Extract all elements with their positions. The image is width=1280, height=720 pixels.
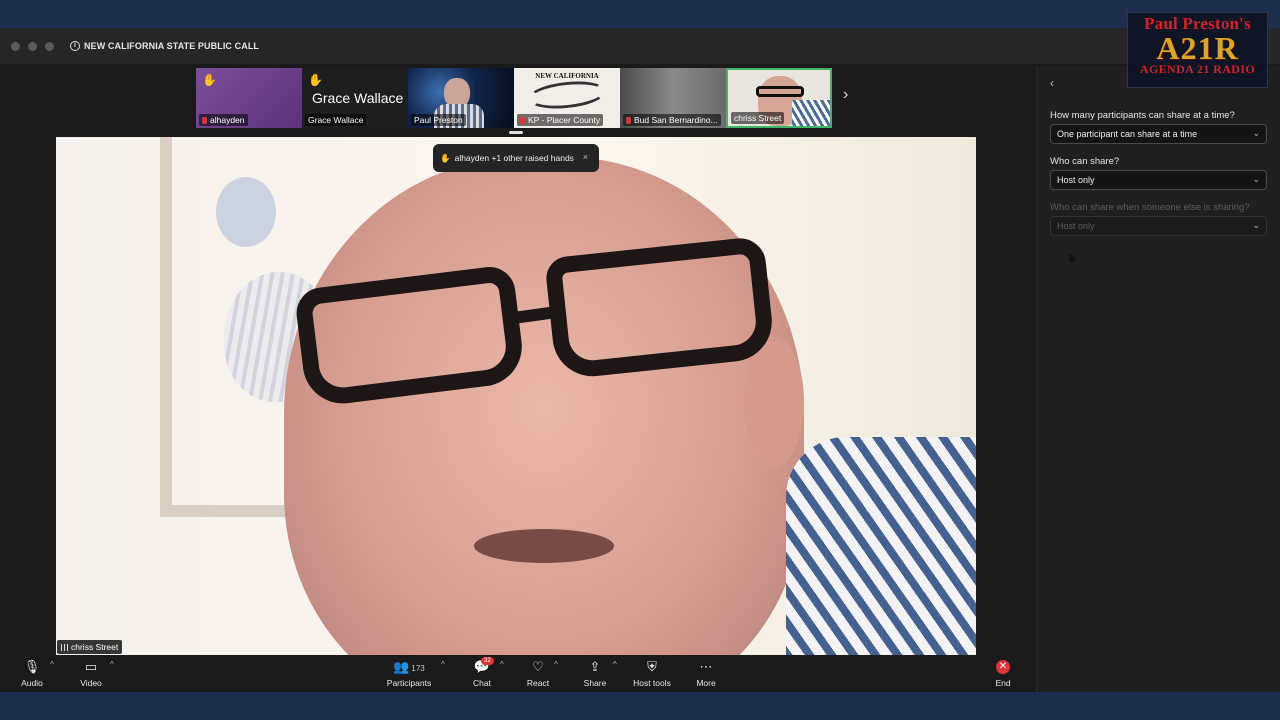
video-options-chevron-icon[interactable]: ^	[110, 660, 114, 669]
more-button[interactable]: ⋯ More	[694, 658, 718, 688]
participant-name: Bud San Bernardino...	[634, 115, 718, 125]
minimize-window-button[interactable]	[28, 41, 37, 51]
participants-options-chevron-icon[interactable]: ^	[441, 660, 445, 669]
participant-name: KP - Placer County	[528, 115, 601, 125]
participant-tile[interactable]: Bud San Bernardino...	[620, 68, 726, 128]
participant-tile[interactable]: NEW CALIFORNIA KP - Placer County	[514, 68, 620, 128]
speaker-face	[284, 157, 804, 655]
video-button[interactable]: ▭ Video	[76, 658, 106, 688]
participants-icon: 👥	[393, 659, 410, 674]
who-can-share-select[interactable]: Host only ⌄	[1050, 170, 1267, 190]
muted-mic-icon	[520, 117, 525, 124]
heart-icon: ♡	[532, 659, 544, 674]
chat-options-chevron-icon[interactable]: ^	[500, 660, 504, 669]
meeting-toolbar: 🎙 Audio ^ ▭ Video ^ 👥 173 Participants ^ …	[0, 656, 1036, 692]
muted-mic-icon	[202, 117, 207, 124]
participant-count: 173	[411, 664, 425, 673]
video-camera-icon: ▭	[84, 659, 98, 674]
chevron-down-icon: ⌄	[1252, 220, 1260, 230]
meeting-title: NEW CALIFORNIA STATE PUBLIC CALL	[84, 41, 260, 51]
chat-unread-badge: 32	[481, 657, 494, 665]
participant-tile[interactable]: Paul Preston	[408, 68, 514, 128]
signal-bars-icon	[61, 644, 69, 651]
share-while-sharing-label: Who can share when someone else is shari…	[1050, 202, 1250, 213]
meeting-info[interactable]: i NEW CALIFORNIA STATE PUBLIC CALL	[70, 41, 259, 51]
participant-tile[interactable]: ✋ alhayden	[196, 68, 302, 128]
microphone-icon: 🎙	[23, 659, 41, 674]
end-meeting-button[interactable]: ✕ End	[992, 658, 1014, 688]
toast-text: alhayden +1 other raised hands	[454, 153, 574, 163]
logo-main-text: A21R	[1156, 30, 1239, 66]
share-screen-icon: ⇪	[589, 659, 601, 674]
active-speaker-tile[interactable]: chriss Street	[726, 68, 832, 128]
muted-mic-icon	[626, 117, 631, 124]
chevron-right-icon[interactable]: ›	[843, 86, 848, 104]
stage-backdrop-top	[0, 0, 1280, 28]
meeting-window: i NEW CALIFORNIA STATE PUBLIC CALL ✋ alh…	[0, 28, 1280, 692]
share-while-sharing-select: Host only ⌄	[1050, 216, 1267, 236]
participants-button[interactable]: 👥 173 Participants	[384, 658, 434, 688]
participant-big-name: Grace Wallace	[312, 90, 404, 106]
end-call-icon: ✕	[996, 660, 1010, 674]
info-icon[interactable]: i	[70, 41, 80, 51]
who-can-share-label: Who can share?	[1050, 156, 1120, 167]
snake-flag-image	[526, 77, 608, 113]
host-tools-button[interactable]: ⛨ Host tools	[630, 658, 674, 688]
react-button[interactable]: ♡ React	[525, 658, 551, 688]
raised-hand-icon: ✋	[202, 73, 217, 87]
window-controls	[11, 41, 54, 51]
close-window-button[interactable]	[11, 41, 20, 51]
chat-button[interactable]: 💬 32 Chat	[470, 657, 494, 688]
participant-strip: ✋ alhayden ✋ Grace Wallace Grace Wallace…	[196, 68, 832, 128]
more-dots-icon: ⋯	[699, 659, 713, 674]
speaker-name-tag: chriss Street	[57, 640, 123, 654]
share-button[interactable]: ⇪ Share	[582, 658, 608, 688]
title-bar: i NEW CALIFORNIA STATE PUBLIC CALL	[0, 28, 1280, 64]
station-logo: Paul Preston's A21R AGENDA 21 RADIO	[1127, 12, 1268, 88]
participant-name: chriss Street	[731, 112, 785, 124]
close-icon[interactable]: ×	[583, 152, 588, 162]
logo-sub-text: AGENDA 21 RADIO	[1128, 62, 1267, 77]
raised-hands-toast[interactable]: ✋ alhayden +1 other raised hands ×	[433, 144, 599, 172]
shield-icon: ⛨	[647, 659, 657, 674]
zoom-window-button[interactable]	[45, 41, 54, 51]
stage-backdrop-bottom	[0, 692, 1280, 720]
participant-name: Paul Preston	[411, 114, 466, 126]
share-options-chevron-icon[interactable]: ^	[613, 660, 617, 669]
audio-options-chevron-icon[interactable]: ^	[50, 660, 54, 669]
share-count-label: How many participants can share at a tim…	[1050, 110, 1235, 121]
poster-title: NEW CALIFORNIA	[535, 72, 599, 80]
participant-name: alhayden	[210, 115, 245, 125]
speaker-video	[56, 137, 976, 655]
react-options-chevron-icon[interactable]: ^	[554, 660, 558, 669]
participant-name: Grace Wallace	[305, 114, 367, 126]
chevron-down-icon: ⌄	[1252, 128, 1260, 138]
back-icon[interactable]: ‹	[1050, 76, 1054, 90]
chevron-down-icon: ⌄	[1252, 174, 1260, 184]
share-count-select[interactable]: One participant can share at a time ⌄	[1050, 124, 1267, 144]
raised-hand-icon: ✋	[440, 152, 451, 163]
share-settings-panel: ‹ How many participants can share at a t…	[1036, 66, 1280, 692]
strip-page-indicator	[509, 131, 523, 134]
participant-tile[interactable]: ✋ Grace Wallace Grace Wallace	[302, 68, 408, 128]
raised-hand-icon: ✋	[308, 73, 323, 87]
audio-button[interactable]: 🎙 Audio	[16, 658, 48, 688]
glasses-right	[544, 235, 776, 381]
